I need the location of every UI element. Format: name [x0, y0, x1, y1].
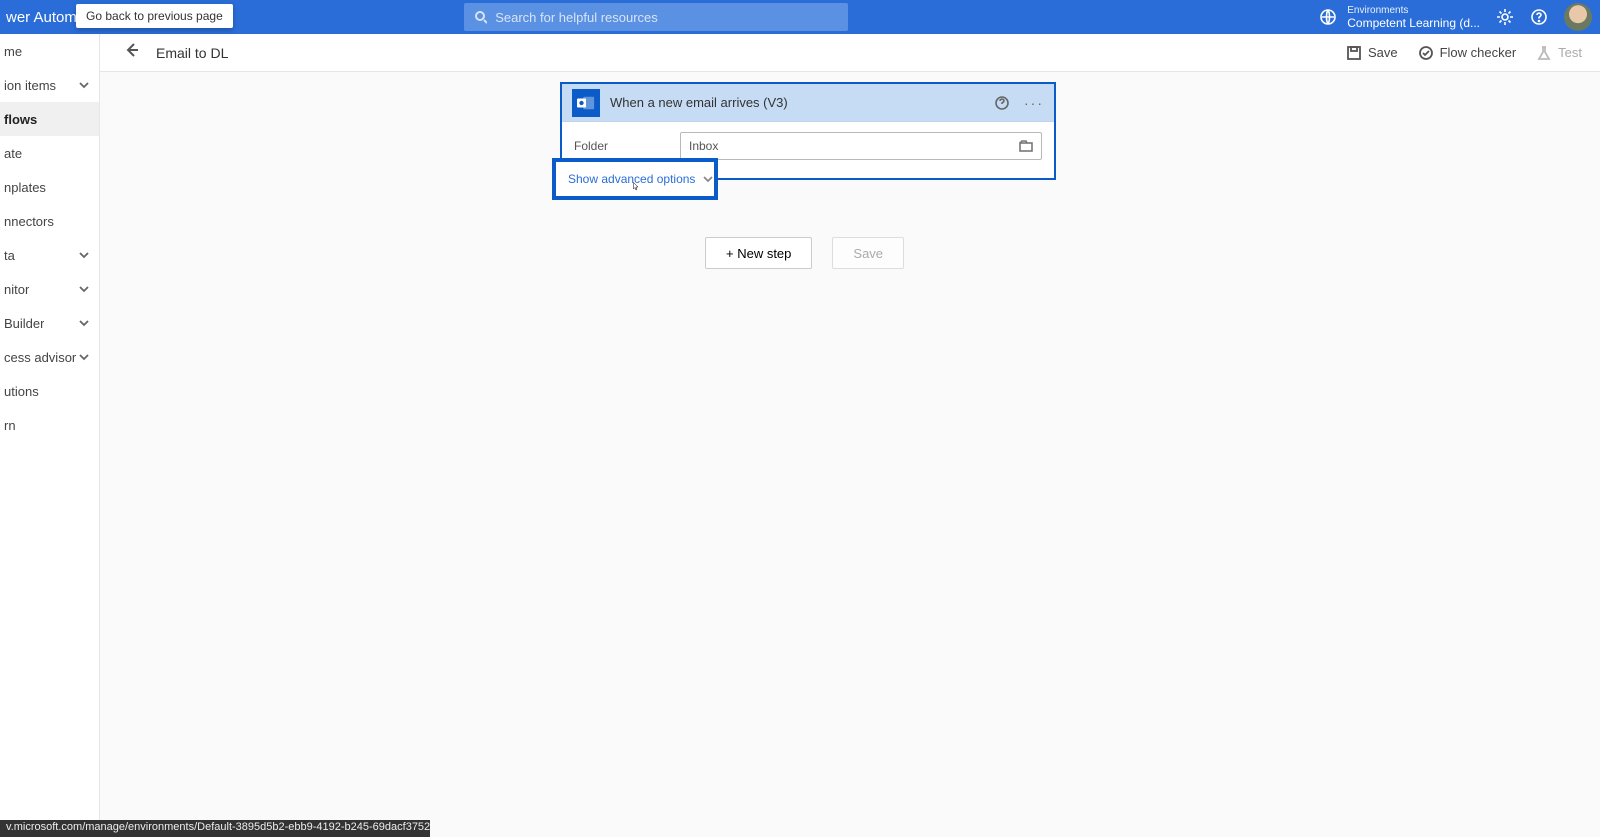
sidebar-item-learn[interactable]: rn: [0, 408, 99, 442]
sidebar-item-monitor[interactable]: nitor: [0, 272, 99, 306]
save-icon: [1346, 45, 1362, 61]
folder-value: Inbox: [689, 139, 718, 153]
search-icon: [474, 10, 487, 24]
show-advanced-options[interactable]: Show advanced options: [552, 158, 718, 200]
sidebar: me ion items flows ate nplates nnectors …: [0, 34, 100, 837]
chevron-down-icon: [79, 352, 89, 362]
sidebar-item-data[interactable]: ta: [0, 238, 99, 272]
sidebar-item-ai-builder[interactable]: Builder: [0, 306, 99, 340]
sidebar-item-create[interactable]: ate: [0, 136, 99, 170]
chevron-down-icon: [79, 80, 89, 90]
flask-icon: [1536, 45, 1552, 61]
search-input[interactable]: [495, 10, 838, 25]
environment-value: Competent Learning (d...: [1347, 16, 1480, 30]
user-avatar[interactable]: [1564, 3, 1592, 31]
folder-label: Folder: [574, 139, 670, 153]
sidebar-item-templates[interactable]: nplates: [0, 170, 99, 204]
topbar-right: Environments Competent Learning (d...: [1319, 0, 1592, 34]
sidebar-item-home[interactable]: me: [0, 34, 99, 68]
save-button[interactable]: Save: [1346, 45, 1398, 61]
top-bar: wer Automa Go back to previous page Envi…: [0, 0, 1600, 34]
designer-canvas[interactable]: When a new email arrives (V3) ··· Folder…: [100, 72, 1600, 837]
new-step-button[interactable]: + New step: [705, 237, 812, 269]
arrow-left-icon: [122, 41, 140, 59]
trigger-title: When a new email arrives (V3): [610, 95, 984, 110]
folder-row: Folder Inbox: [574, 132, 1042, 160]
folder-picker-icon[interactable]: [1019, 139, 1033, 153]
flow-title: Email to DL: [156, 45, 228, 61]
go-back-tooltip: Go back to previous page: [76, 4, 233, 28]
checker-icon: [1418, 45, 1434, 61]
advanced-link: Show advanced options: [568, 172, 695, 186]
chevron-down-icon: [703, 174, 713, 184]
test-label: Test: [1558, 45, 1582, 60]
help-icon[interactable]: [994, 95, 1010, 111]
back-button[interactable]: [122, 41, 140, 64]
settings-icon[interactable]: [1496, 8, 1514, 26]
status-bar-url: v.microsoft.com/manage/environments/Defa…: [0, 820, 430, 837]
sidebar-item-my-flows[interactable]: flows: [0, 102, 99, 136]
action-buttons: + New step Save: [705, 237, 904, 269]
save-step-button: Save: [832, 237, 904, 269]
chevron-down-icon: [79, 318, 89, 328]
more-icon[interactable]: ···: [1024, 95, 1044, 111]
chevron-down-icon: [79, 284, 89, 294]
command-bar: Email to DL Save Flow checker Test: [100, 34, 1600, 72]
environment-selector[interactable]: Environments Competent Learning (d...: [1319, 5, 1480, 30]
search-box[interactable]: [464, 3, 848, 31]
sidebar-item-connectors[interactable]: nnectors: [0, 204, 99, 238]
chevron-down-icon: [79, 250, 89, 260]
sidebar-item-process-advisor[interactable]: cess advisor: [0, 340, 99, 374]
flow-checker-label: Flow checker: [1440, 45, 1517, 60]
sidebar-item-action-items[interactable]: ion items: [0, 68, 99, 102]
sidebar-item-solutions[interactable]: utions: [0, 374, 99, 408]
help-icon[interactable]: [1530, 8, 1548, 26]
flow-checker-button[interactable]: Flow checker: [1418, 45, 1517, 61]
brand-text: wer Automa: [0, 9, 85, 26]
test-button[interactable]: Test: [1536, 45, 1582, 61]
environment-icon: [1319, 8, 1337, 26]
environment-label: Environments: [1347, 5, 1480, 16]
trigger-header[interactable]: When a new email arrives (V3) ···: [562, 84, 1054, 122]
save-label: Save: [1368, 45, 1398, 60]
folder-input[interactable]: Inbox: [680, 132, 1042, 160]
environment-text: Environments Competent Learning (d...: [1347, 5, 1480, 30]
outlook-icon: [572, 89, 600, 117]
